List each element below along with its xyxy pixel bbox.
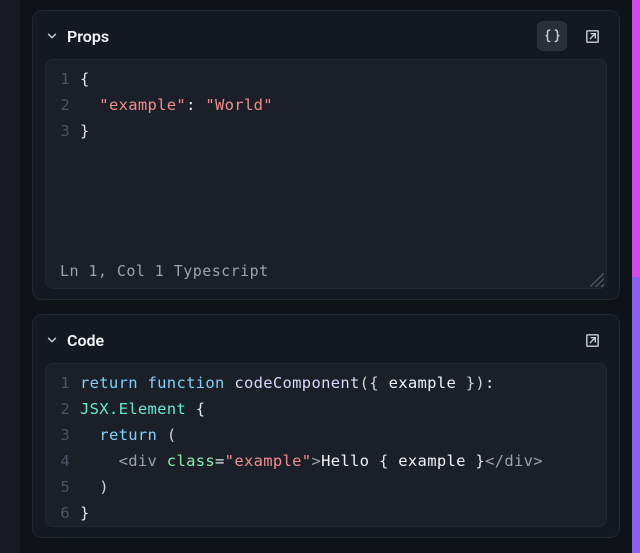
props-code[interactable]: { "example": "World"} [80,66,606,144]
props-header-actions [537,21,607,51]
props-header[interactable]: Props [33,11,619,59]
code-editor[interactable]: 123456 return function codeComponent({ e… [45,363,607,527]
chevron-down-icon[interactable] [45,29,59,43]
rail-segment-pink [632,0,640,277]
editor-status: Ln 1, Col 1 Typescript [60,262,269,280]
code-title: Code [67,331,104,350]
code-panel: Code 123456 return function codeComponen… [32,314,620,538]
code-header[interactable]: Code [33,315,619,363]
left-rail [0,0,20,553]
props-gutter: 123 [46,66,80,144]
code-gutter: 123456 [46,370,80,526]
braces-icon[interactable] [537,21,567,51]
main-area: Props 123 { "example": "World"} Ln 1, Co… [20,0,632,553]
popout-icon[interactable] [577,21,607,51]
props-panel: Props 123 { "example": "World"} Ln 1, Co… [32,10,620,300]
code-code[interactable]: return function codeComponent({ example … [80,370,606,526]
code-header-actions [577,325,607,355]
props-editor[interactable]: 123 { "example": "World"} Ln 1, Col 1 Ty… [45,59,607,289]
chevron-down-icon[interactable] [45,333,59,347]
rail-segment-purple [632,277,640,553]
right-rail [632,0,640,553]
resize-handle-icon[interactable] [590,272,604,286]
popout-icon[interactable] [577,325,607,355]
props-title: Props [67,27,109,46]
